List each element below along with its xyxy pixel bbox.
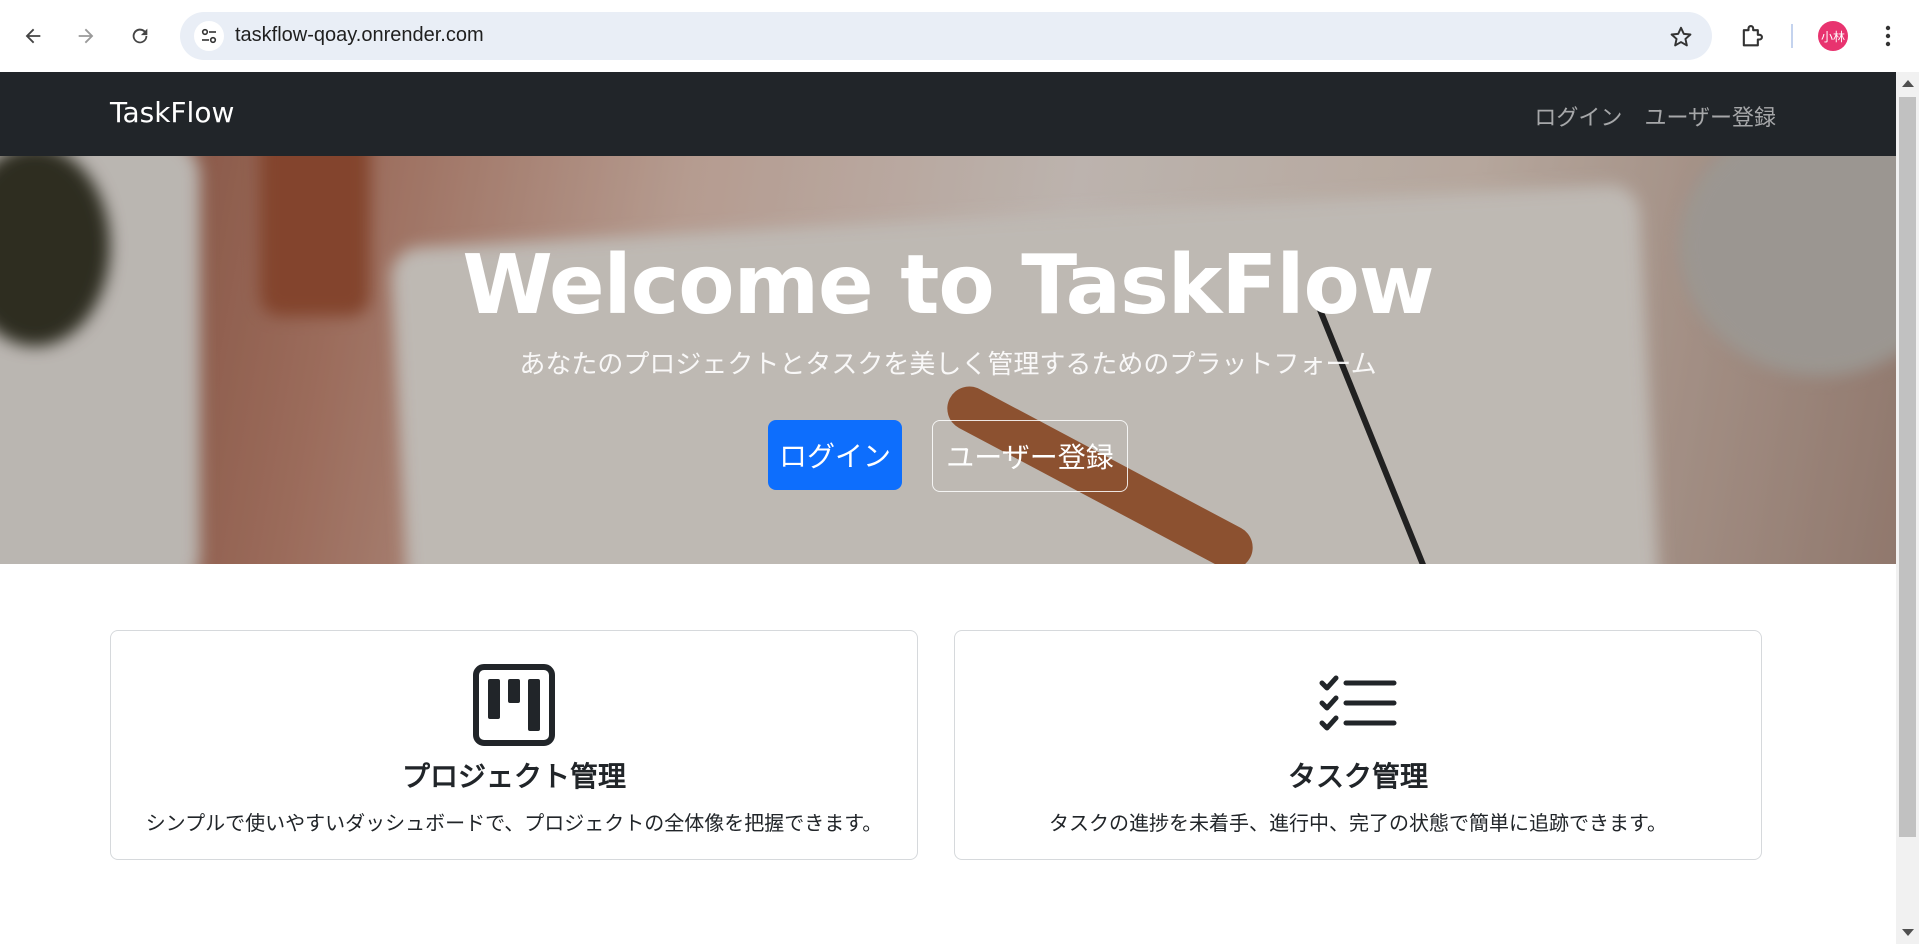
page-viewport: TaskFlow ログイン ユーザー登録 Welcome to TaskFlow…	[0, 72, 1896, 944]
reload-icon	[132, 28, 148, 44]
nav-login-link[interactable]: ログイン	[1534, 100, 1622, 132]
back-arrow-icon	[25, 28, 41, 44]
scroll-down-arrow-icon[interactable]	[1902, 929, 1914, 936]
feature-title: タスク管理	[1287, 760, 1428, 793]
forward-arrow-icon	[78, 28, 94, 44]
hero-register-button[interactable]: ユーザー登録	[932, 420, 1128, 492]
hero-title: Welcome to TaskFlow	[462, 238, 1434, 333]
checklist-icon	[1319, 675, 1397, 731]
forward-button[interactable]	[70, 20, 102, 52]
feature-card-tasks: タスク管理 タスクの進捗を未着手、進行中、完了の状態で簡単に追跡できます。	[954, 630, 1762, 860]
feature-description: タスクの進捗を未着手、進行中、完了の状態で簡単に追跡できます。	[1049, 811, 1667, 835]
bookmark-star-icon[interactable]	[1668, 24, 1694, 50]
nav-links: ログイン ユーザー登録	[1534, 100, 1776, 132]
browser-toolbar: taskflow-qoay.onrender.com 小林	[0, 0, 1919, 73]
brand-logo-link[interactable]: TaskFlow	[110, 96, 234, 129]
site-navbar: TaskFlow ログイン ユーザー登録	[0, 72, 1896, 156]
nav-register-link[interactable]: ユーザー登録	[1644, 100, 1776, 132]
back-button[interactable]	[17, 20, 49, 52]
url-text[interactable]: taskflow-qoay.onrender.com	[235, 24, 484, 47]
kanban-icon	[473, 664, 555, 746]
feature-cards: プロジェクト管理 シンプルで使いやすいダッシュボードで、プロジェクトの全体像を把…	[110, 630, 1764, 860]
page-scrollbar[interactable]	[1896, 72, 1919, 944]
feature-title: プロジェクト管理	[401, 760, 626, 793]
more-menu-icon[interactable]	[1876, 22, 1900, 50]
profile-avatar[interactable]: 小林	[1818, 21, 1848, 51]
address-bar[interactable]: taskflow-qoay.onrender.com	[180, 12, 1712, 60]
scroll-up-arrow-icon[interactable]	[1902, 80, 1914, 87]
feature-card-projects: プロジェクト管理 シンプルで使いやすいダッシュボードで、プロジェクトの全体像を把…	[110, 630, 918, 860]
hero-buttons: ログイン ユーザー登録	[0, 420, 1896, 492]
feature-description: シンプルで使いやすいダッシュボードで、プロジェクトの全体像を把握できます。	[145, 811, 883, 835]
scrollbar-thumb[interactable]	[1899, 97, 1916, 837]
site-info-icon[interactable]	[194, 21, 224, 51]
reload-button[interactable]	[124, 20, 156, 52]
hero-login-button[interactable]: ログイン	[768, 420, 902, 490]
hero-subtitle: あなたのプロジェクトとタスクを美しく管理するためのプラットフォーム	[519, 350, 1377, 380]
toolbar-divider	[1791, 24, 1793, 48]
extensions-puzzle-icon[interactable]	[1738, 22, 1766, 50]
hero-banner: Welcome to TaskFlow あなたのプロジェクトとタスクを美しく管理…	[0, 156, 1896, 564]
